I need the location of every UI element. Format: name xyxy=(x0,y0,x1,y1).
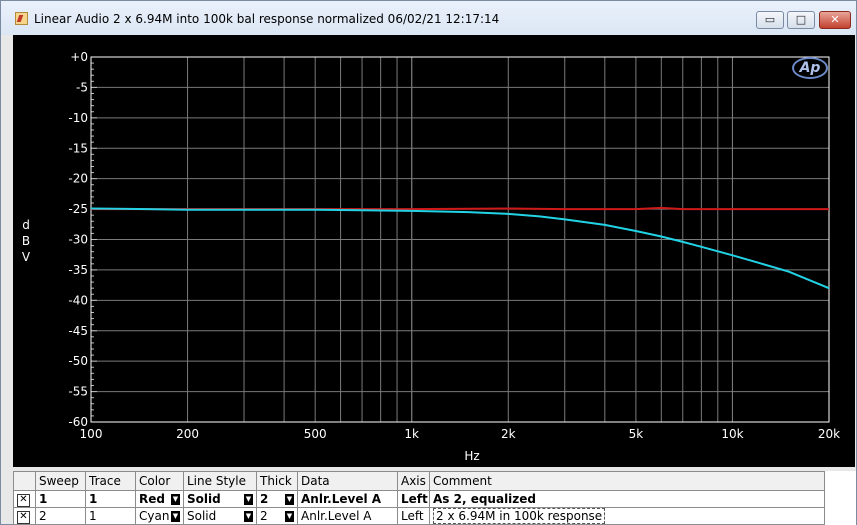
thick-value: 2 xyxy=(260,509,268,523)
x-tick-label: 5k xyxy=(629,427,644,441)
dropdown-arrow-icon[interactable]: ▼ xyxy=(244,494,253,505)
legend-table: Sweep Trace Color Line Style Thick Data … xyxy=(13,471,825,525)
maximize-button[interactable]: □ xyxy=(787,11,815,29)
sweep-cell[interactable]: 2 xyxy=(35,507,86,525)
y-tick-label: -5 xyxy=(76,80,88,94)
axis-cell[interactable]: Left xyxy=(397,490,430,508)
header-color[interactable]: Color xyxy=(135,471,184,491)
window-title: Linear Audio 2 x 6.94M into 100k bal res… xyxy=(34,12,500,26)
comment-cell[interactable]: As 2, equalized xyxy=(429,490,825,508)
line-style-value: Solid xyxy=(187,492,221,506)
color-value: Red xyxy=(139,492,165,506)
header-axis[interactable]: Axis xyxy=(397,471,430,491)
legend-row[interactable]: ✕ 2 1 Cyan ▼ Solid ▼ 2 ▼ Anlr.Level A Left … xyxy=(13,507,825,525)
line-style-cell[interactable]: Solid ▼ xyxy=(183,490,257,508)
close-button[interactable]: ✕ xyxy=(819,11,851,29)
header-sweep[interactable]: Sweep xyxy=(35,471,86,491)
x-tick-label: 100 xyxy=(80,427,103,441)
y-tick-label: -30 xyxy=(68,233,88,247)
y-tick-label: -50 xyxy=(68,354,88,368)
x-tick-label: 200 xyxy=(176,427,199,441)
y-tick-label: -15 xyxy=(68,141,88,155)
trace-cell[interactable]: 1 xyxy=(85,490,136,508)
header-trace[interactable]: Trace xyxy=(85,471,136,491)
x-tick-label: 2k xyxy=(501,427,516,441)
color-cell[interactable]: Cyan ▼ xyxy=(135,507,184,525)
chart-svg: +0-5-10-15-20-25-30-35-40-45-50-55-60100… xyxy=(68,50,840,441)
header-comment[interactable]: Comment xyxy=(429,471,825,491)
y-tick-label: -25 xyxy=(68,202,88,216)
comment-text: 2 x 6.94M in 100k response xyxy=(433,508,606,524)
y-tick-label: -10 xyxy=(68,111,88,125)
title-bar[interactable]: Linear Audio 2 x 6.94M into 100k bal res… xyxy=(1,1,856,35)
data-cell[interactable]: Anlr.Level A xyxy=(297,507,398,525)
y-tick-label: +0 xyxy=(70,50,88,64)
x-tick-label: 1k xyxy=(404,427,419,441)
x-tick-label: 10k xyxy=(721,427,743,441)
line-style-cell[interactable]: Solid ▼ xyxy=(183,507,257,525)
color-value: Cyan xyxy=(139,509,170,523)
y-tick-label: -40 xyxy=(68,293,88,307)
trace-enable-checkbox[interactable]: ✕ xyxy=(17,494,30,507)
series-line-2 xyxy=(90,207,830,290)
graph-panel[interactable]: +0 -5 -10 -15 -20 -25 -30 -35 -40 -45 -50 -55 -60 100… xyxy=(13,35,855,467)
ap-logo: Ap xyxy=(792,57,828,79)
dropdown-arrow-icon[interactable]: ▼ xyxy=(171,494,180,505)
header-line-style[interactable]: Line Style xyxy=(183,471,257,491)
trace-cell[interactable]: 1 xyxy=(85,507,136,525)
trace-enable-checkbox[interactable]: ✕ xyxy=(17,511,30,524)
legend-row[interactable]: ✕ 1 1 Red ▼ Solid ▼ 2 ▼ Anlr.Level A Left A… xyxy=(13,490,825,508)
application-window: Linear Audio 2 x 6.94M into 100k bal res… xyxy=(0,0,857,525)
y-tick-label: -45 xyxy=(68,324,88,338)
select-all-cell[interactable] xyxy=(13,471,36,491)
x-axis-label: Hz xyxy=(464,449,480,463)
line-style-value: Solid xyxy=(187,509,217,523)
thick-value: 2 xyxy=(260,492,269,506)
y-axis-label: d B V xyxy=(21,218,31,264)
thick-cell[interactable]: 2 ▼ xyxy=(256,507,298,525)
legend-header-row: Sweep Trace Color Line Style Thick Data … xyxy=(13,471,825,491)
thick-cell[interactable]: 2 ▼ xyxy=(256,490,298,508)
header-data[interactable]: Data xyxy=(297,471,398,491)
dropdown-arrow-icon[interactable]: ▼ xyxy=(285,511,294,522)
dropdown-arrow-icon[interactable]: ▼ xyxy=(244,511,253,522)
legend-table-panel: Sweep Trace Color Line Style Thick Data … xyxy=(13,471,856,525)
dropdown-arrow-icon[interactable]: ▼ xyxy=(171,511,180,522)
header-thick[interactable]: Thick xyxy=(256,471,298,491)
y-tick-label: -55 xyxy=(68,385,88,399)
y-tick-label: -20 xyxy=(68,172,88,186)
sweep-cell[interactable]: 1 xyxy=(35,490,86,508)
y-tick-label: -35 xyxy=(68,263,88,277)
dropdown-arrow-icon[interactable]: ▼ xyxy=(285,494,294,505)
color-cell[interactable]: Red ▼ xyxy=(135,490,184,508)
x-tick-label: 20k xyxy=(818,427,840,441)
axis-cell[interactable]: Left xyxy=(397,507,430,525)
x-tick-label: 500 xyxy=(304,427,327,441)
comment-cell[interactable]: 2 x 6.94M in 100k response xyxy=(429,507,825,525)
minimize-button[interactable]: ▭ xyxy=(756,11,784,29)
data-cell[interactable]: Anlr.Level A xyxy=(297,490,398,508)
app-icon xyxy=(15,12,28,25)
